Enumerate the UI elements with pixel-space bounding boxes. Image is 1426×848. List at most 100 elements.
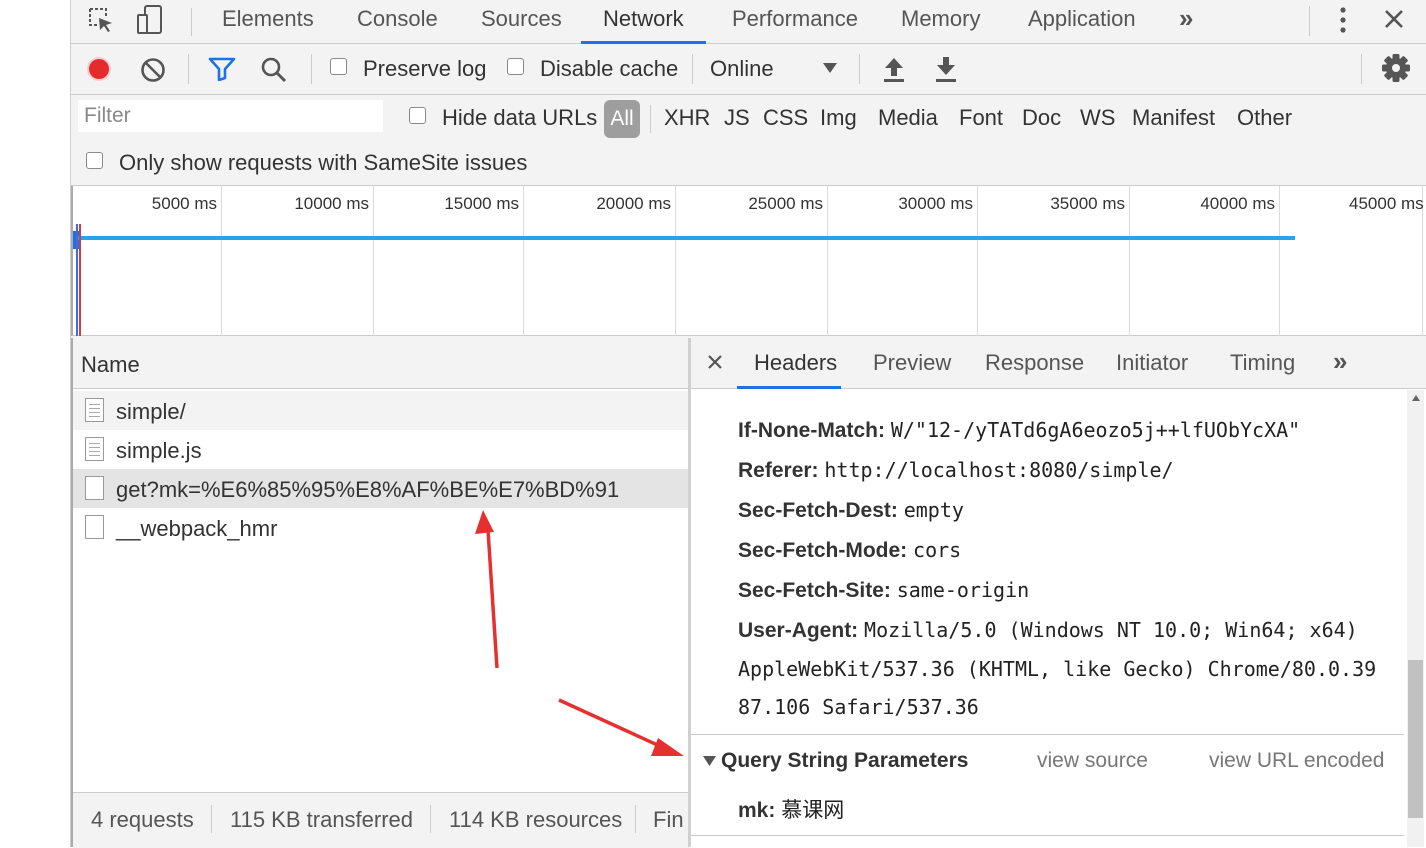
samesite-checkbox[interactable] (86, 152, 103, 169)
finish-time: Fin (653, 807, 684, 832)
timeline-tick: 25000 ms (748, 194, 823, 213)
request-bar-long (76, 236, 1295, 240)
samesite-label: Only show requests with SameSite issues (119, 150, 528, 175)
timeline-tick: 35000 ms (1050, 194, 1125, 213)
tab-performance[interactable]: Performance (732, 0, 858, 43)
clear-icon[interactable] (140, 57, 166, 83)
tab-console[interactable]: Console (357, 0, 438, 43)
tab-memory[interactable]: Memory (901, 0, 980, 43)
tab-preview[interactable]: Preview (873, 350, 951, 376)
tab-network[interactable]: Network (581, 0, 706, 44)
timeline-tick: 15000 ms (444, 194, 519, 213)
table-row[interactable]: simple.js (73, 430, 688, 469)
kebab-menu-icon[interactable] (1333, 6, 1353, 34)
import-har-icon[interactable] (881, 55, 907, 83)
filter-type-js[interactable]: JS (724, 105, 750, 131)
user-agent-continued: 87.106 Safari/537.36 (738, 695, 979, 719)
script-file-icon (85, 437, 104, 461)
header-sec-fetch-mode: Sec-Fetch-Mode: cors (738, 538, 962, 562)
blank-file-icon (85, 515, 104, 539)
page-left-edge (0, 0, 71, 847)
timeline-tick: 5000 ms (151, 194, 217, 213)
tab-timing[interactable]: Timing (1230, 350, 1295, 376)
timeline-tick: 10000 ms (294, 194, 369, 213)
query-param-mk: mk: 慕课网 (738, 799, 845, 822)
network-toolbar: Preserve log Disable cache Online (71, 44, 1426, 95)
disable-cache-label: Disable cache (540, 56, 679, 81)
blank-file-icon (85, 476, 104, 500)
table-row[interactable]: __webpack_hmr (73, 508, 688, 547)
transferred-size: 115 KB transferred (230, 807, 414, 832)
table-row-selected[interactable]: get?mk=%E6%85%95%E8%AF%BE%E7%BD%91 (73, 469, 688, 508)
dom-content-loaded-line (76, 224, 78, 336)
timeline-tick: 20000 ms (596, 194, 671, 213)
request-name: simple.js (116, 438, 202, 463)
close-devtools-icon[interactable] (1383, 8, 1405, 30)
timeline-overview[interactable]: 5000 ms 10000 ms 15000 ms 20000 ms 25000… (71, 186, 1426, 336)
table-row[interactable]: simple/ (73, 391, 688, 430)
hide-data-urls-label: Hide data URLs (442, 105, 598, 130)
filter-type-ws[interactable]: WS (1080, 105, 1115, 131)
network-settings-gear-icon[interactable] (1381, 53, 1411, 83)
name-column-header[interactable]: Name (73, 338, 690, 389)
request-details: Host: localhost:8080 Headers Preview Res… (691, 338, 1426, 847)
resources-size: 114 KB resources (449, 807, 623, 832)
timeline-tick: 45000 ms (1349, 194, 1424, 213)
tab-response[interactable]: Response (985, 350, 1084, 376)
header-referer: Referer: http://localhost:8080/simple/ (738, 458, 1174, 482)
header-if-none-match: If-None-Match: W/"12-/yTATd6gA6eozo5j++l… (738, 418, 1301, 442)
close-details-icon[interactable] (708, 355, 722, 369)
filter-input[interactable] (78, 100, 383, 132)
export-har-icon[interactable] (933, 55, 959, 83)
filter-type-other[interactable]: Other (1237, 105, 1292, 131)
filter-type-doc[interactable]: Doc (1022, 105, 1061, 131)
timeline-tick: 30000 ms (898, 194, 973, 213)
filter-type-font[interactable]: Font (959, 105, 1003, 131)
throttling-select[interactable]: Online (710, 56, 774, 82)
dropdown-arrow-icon[interactable] (822, 62, 838, 74)
tab-sources[interactable]: Sources (481, 0, 562, 43)
details-tabbar: Headers Preview Response Initiator Timin… (691, 338, 1426, 389)
search-icon[interactable] (260, 56, 288, 84)
tab-elements[interactable]: Elements (222, 0, 314, 43)
details-scrollbar-thumb[interactable] (1408, 660, 1423, 818)
request-count: 4 requests (91, 807, 194, 832)
device-toolbar-icon[interactable] (135, 4, 165, 36)
devtools-tabbar: Elements Console Sources Network Perform… (71, 0, 1426, 44)
filter-type-manifest[interactable]: Manifest (1132, 105, 1215, 131)
view-source-link[interactable]: view source (1037, 749, 1148, 773)
request-list: Name simple/ simple.js get?mk=%E6%85%95%… (71, 338, 690, 848)
tab-initiator[interactable]: Initiator (1116, 350, 1188, 376)
more-details-tabs-chevron-icon[interactable]: » (1333, 346, 1347, 377)
filter-bar: Hide data URLs All XHR JS CSS Img Media … (71, 95, 1426, 186)
preserve-log-checkbox[interactable] (330, 58, 347, 75)
header-sec-fetch-site: Sec-Fetch-Site: same-origin (738, 578, 1030, 602)
request-name: get?mk=%E6%85%95%E8%AF%BE%E7%BD%91 (116, 477, 620, 502)
preserve-log-label: Preserve log (363, 56, 487, 81)
view-url-encoded-link[interactable]: view URL encoded (1209, 749, 1385, 773)
request-name: simple/ (116, 399, 186, 424)
scroll-up-arrow-icon[interactable] (1411, 394, 1421, 402)
filter-type-css[interactable]: CSS (763, 105, 808, 131)
collapse-triangle-icon[interactable] (702, 755, 717, 767)
user-agent-continued: AppleWebKit/537.36 (KHTML, like Gecko) C… (738, 657, 1377, 681)
name-column-label: Name (81, 352, 140, 377)
query-string-section-title[interactable]: Query String Parameters (721, 749, 968, 773)
header-user-agent: User-Agent: Mozilla/5.0 (Windows NT 10.0… (738, 618, 1358, 642)
network-status-bar: 4 requests 115 KB transferred 114 KB res… (73, 792, 690, 848)
request-name: __webpack_hmr (116, 516, 278, 541)
filter-icon[interactable] (208, 57, 236, 81)
filter-type-xhr[interactable]: XHR (664, 105, 710, 131)
inspect-element-icon[interactable] (87, 6, 115, 34)
record-icon[interactable] (86, 56, 112, 82)
filter-type-img[interactable]: Img (820, 105, 857, 131)
more-tabs-chevron-icon[interactable]: » (1179, 0, 1193, 43)
filter-type-media[interactable]: Media (878, 105, 938, 131)
hide-data-urls-checkbox[interactable] (409, 107, 426, 124)
filter-type-all[interactable]: All (604, 100, 640, 138)
tab-headers[interactable]: Headers (754, 350, 837, 376)
disable-cache-checkbox[interactable] (507, 58, 524, 75)
timeline-tick: 40000 ms (1200, 194, 1275, 213)
tab-application[interactable]: Application (1028, 0, 1136, 43)
document-icon (85, 398, 104, 422)
